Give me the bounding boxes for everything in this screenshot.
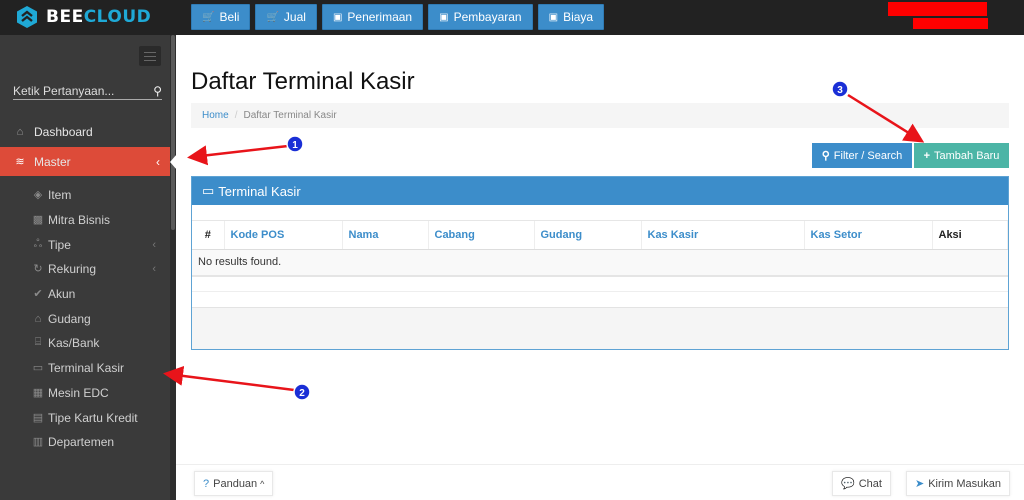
breadcrumb-current: Daftar Terminal Kasir [243,110,337,121]
sidebar-item-mitra-bisnis[interactable]: ▩ Mitra Bisnis [0,207,170,232]
users-icon: ▩ [32,214,44,226]
chevron-left-icon: ‹ [152,238,156,251]
chat-button[interactable]: 💬 Chat [832,471,891,496]
breadcrumb-home-link[interactable]: Home [202,110,229,121]
column-header-nama[interactable]: Nama [342,221,429,250]
sidebar-item-master[interactable]: ≋ Master ‹ [0,147,170,176]
filter-search-button[interactable]: ⚲ Filter / Search [812,143,912,168]
sidebar-item-departemen[interactable]: ▥ Departemen [0,429,170,454]
column-header-aksi: Aksi [932,221,1008,250]
footer-bar: ? Panduan ^ 💬 Chat ➤ Kirim Masukan [176,464,1024,500]
money-icon: ▣ [439,11,449,23]
panduan-button[interactable]: ? Panduan ^ [194,471,274,496]
sitemap-icon: ஃ [33,237,43,250]
sidebar-search: ⚲ [13,82,162,100]
cart-icon: 🛒 [202,11,215,23]
nav-jual-button[interactable]: 🛒 Jual [255,4,317,30]
sidebar-item-akun[interactable]: ✔ Akun [0,281,170,306]
app-name: BEECLOUD [46,7,152,27]
money-icon: ▣ [548,11,559,23]
top-navbar: BEECLOUD 🛒 Beli 🛒 Jual ▣ Penerimaan ▣ Pembay… [0,0,1024,35]
cube-icon: ◈ [33,189,43,201]
sidebar-item-dashboard[interactable]: ⌂ Dashboard [0,119,170,144]
breadcrumb-separator: / [234,110,238,121]
sidebar-item-terminal-kasir[interactable]: ▭ Terminal Kasir [0,355,170,380]
clipboard-icon: ▥ [32,436,44,448]
terminal-kasir-table: # Kode POS Nama Cabang Gudang Kas Kasir … [192,221,1008,277]
sidebar-item-gudang[interactable]: ⌂ Gudang [0,306,170,331]
column-header-gudang[interactable]: Gudang [534,221,642,250]
nav-pembayaran-button[interactable]: ▣ Pembayaran [428,4,533,30]
main-content: Daftar Terminal Kasir Home / Daftar Term… [176,35,1024,500]
cart-icon: 🛒 [266,11,279,23]
chevron-up-icon: ^ [260,478,265,489]
monitor-icon: ▭ [202,183,215,198]
search-input[interactable] [13,83,133,98]
beecloud-logo-icon [17,6,37,28]
search-icon[interactable]: ⚲ [153,84,162,98]
column-header-kas-kasir[interactable]: Kas Kasir [641,221,805,250]
add-new-button[interactable]: + Tambah Baru [914,143,1009,168]
paper-plane-icon: ➤ [915,478,925,490]
scrollbar-thumb[interactable] [171,35,175,230]
home-icon: ⌂ [34,312,42,325]
bank-icon: ⌸ [34,336,42,348]
sidebar-toggle-button[interactable] [139,46,161,66]
credit-card-icon: ▤ [32,412,44,424]
sidebar-item-kas-bank[interactable]: ⌸ Kas/Bank [0,330,170,355]
column-header-kas-setor[interactable]: Kas Setor [804,221,933,250]
panel-header: ▭ Terminal Kasir [192,177,1008,205]
redacted-user-name [888,2,987,16]
money-icon: ▣ [332,11,343,23]
database-icon: ≋ [15,156,25,168]
app-logo[interactable]: BEECLOUD [16,5,151,29]
plus-icon: + [923,149,930,162]
sidebar-item-mesin-edc[interactable]: ▦ Mesin EDC [0,380,170,405]
sidebar-item-item[interactable]: ◈ Item [0,182,170,207]
send-feedback-button[interactable]: ➤ Kirim Masukan [906,471,1010,496]
chevron-left-icon: ‹ [156,154,160,169]
sidebar-item-tipe[interactable]: ஃ Tipe ‹ [0,232,170,257]
column-header-cabang[interactable]: Cabang [428,221,535,250]
sidebar-item-rekuring[interactable]: ↻ Rekuring ‹ [0,256,170,281]
column-header-number: # [192,221,225,250]
chevron-left-icon: ‹ [152,262,156,275]
nav-beli-button[interactable]: 🛒 Beli [191,4,251,30]
page-title: Daftar Terminal Kasir [191,68,415,95]
redacted-user-info [913,18,988,29]
terminal-kasir-panel: ▭ Terminal Kasir # Kode POS Nama Cabang … [191,176,1009,350]
calculator-icon: ▦ [32,387,44,399]
empty-message: No results found. [192,249,1008,277]
nav-biaya-button[interactable]: ▣ Biaya [537,4,605,30]
panel-footer [192,307,1008,349]
question-circle-icon: ? [203,477,210,490]
chat-icon: 💬 [841,478,855,490]
nav-penerimaan-button[interactable]: ▣ Penerimaan [321,4,424,30]
table-header-row: # Kode POS Nama Cabang Gudang Kas Kasir … [192,221,1008,250]
column-header-kode-pos[interactable]: Kode POS [224,221,343,250]
breadcrumb: Home / Daftar Terminal Kasir [191,103,1009,128]
top-nav-buttons: 🛒 Beli 🛒 Jual ▣ Penerimaan ▣ Pembayaran ▣ Bia… [191,4,605,30]
search-icon: ⚲ [821,150,830,162]
home-icon: ⌂ [16,125,24,138]
check-icon: ✔ [33,288,43,300]
monitor-icon: ▭ [32,362,44,374]
table-row: No results found. [192,249,1008,277]
refresh-icon: ↻ [33,263,43,275]
sidebar-item-tipe-kartu-kredit[interactable]: ▤ Tipe Kartu Kredit [0,405,170,430]
sidebar: ⚲ ⌂ Dashboard ≋ Master ‹ ◈Item ▩Mitra Bi… [0,35,177,500]
